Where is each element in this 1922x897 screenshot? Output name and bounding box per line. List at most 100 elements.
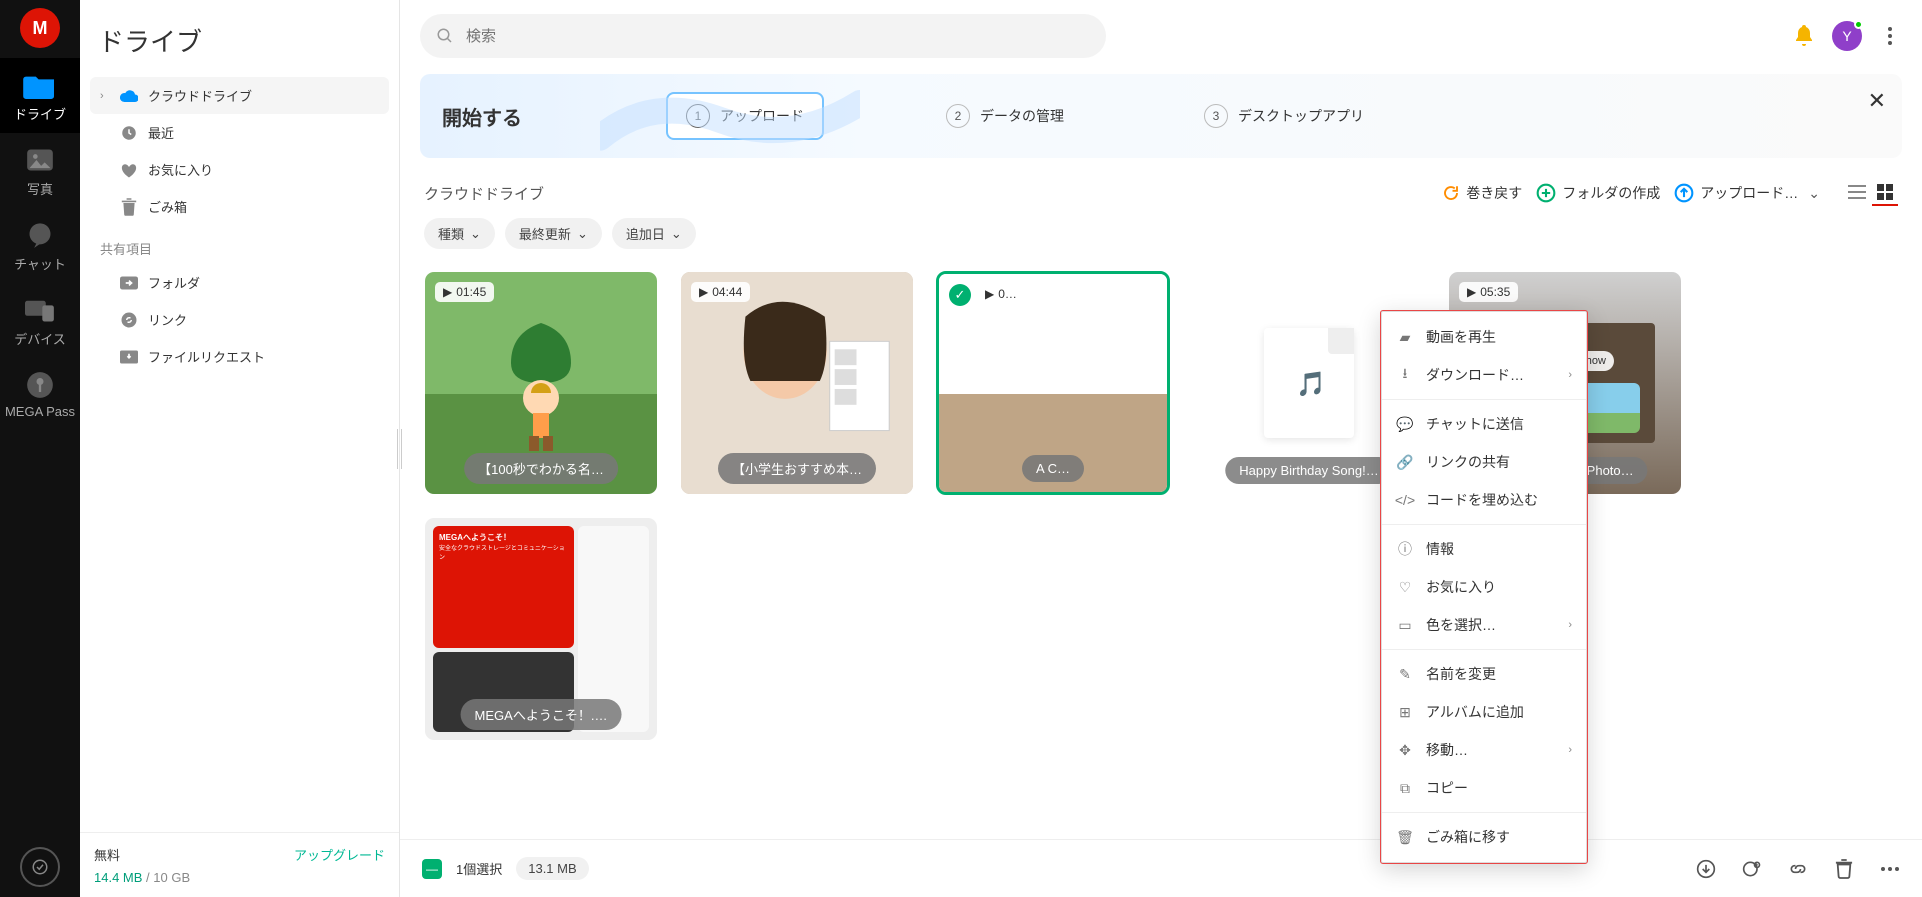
shared-file-request[interactable]: ファイルリクエスト <box>90 338 389 375</box>
shared-folder[interactable]: フォルダ <box>90 264 389 301</box>
rewind-icon <box>1442 184 1460 202</box>
step-upload[interactable]: 1 アップロード <box>666 92 824 140</box>
shared-link[interactable]: リンク <box>90 301 389 338</box>
filter-chips: 種類⌄ 最終更新⌄ 追加日⌄ <box>400 212 1922 263</box>
step-manage-data[interactable]: 2 データの管理 <box>928 94 1082 138</box>
menu-add-to-album[interactable]: ⊞アルバムに追加 <box>1382 693 1586 731</box>
file-card[interactable]: MEGAへようこそ！安全なクラウドストレージとコミュニケーション MEGAへよう… <box>424 517 658 741</box>
cloud-icon <box>120 87 138 105</box>
chip-added[interactable]: 追加日⌄ <box>612 218 696 249</box>
breadcrumb[interactable]: クラウドドライブ <box>424 183 1428 204</box>
tree-recent[interactable]: 最近 <box>90 114 389 151</box>
menu-download[interactable]: ⭳ダウンロード…› <box>1382 356 1586 394</box>
user-avatar[interactable]: Y <box>1832 21 1862 51</box>
rail-drive[interactable]: ドライブ <box>0 58 80 133</box>
chevron-down-icon: ⌄ <box>470 226 481 242</box>
selection-badge[interactable]: — <box>422 859 442 879</box>
menu-send-to-chat[interactable]: 💬チャットに送信 <box>1382 405 1586 443</box>
clock-icon <box>120 124 138 142</box>
tag-icon: ▭ <box>1396 616 1414 634</box>
menu-move[interactable]: ✥移動…› <box>1382 731 1586 769</box>
storage-total: 10 GB <box>153 870 190 885</box>
sb-download-button[interactable] <box>1696 859 1716 879</box>
menu-embed-code[interactable]: </>コードを埋め込む <box>1382 481 1586 519</box>
heart-icon: ♡ <box>1396 578 1414 596</box>
tree-favourites[interactable]: お気に入り <box>90 151 389 188</box>
duration-badge: ▶ 05:35 <box>1459 282 1518 302</box>
sb-link-button[interactable] <box>1788 859 1808 879</box>
more-horiz-icon <box>1881 867 1899 871</box>
presence-dot <box>1854 20 1863 29</box>
chat-icon <box>23 220 57 250</box>
download-icon <box>1696 859 1716 879</box>
rail-photos[interactable]: 写真 <box>0 133 80 208</box>
banner-close-button[interactable]: ✕ <box>1868 88 1886 114</box>
context-menu: ▰動画を再生 ⭳ダウンロード…› 💬チャットに送信 🔗リンクの共有 </>コード… <box>1381 311 1587 863</box>
badge-icon <box>31 858 49 876</box>
view-grid-button[interactable] <box>1872 180 1898 206</box>
menu-play-video[interactable]: ▰動画を再生 <box>1382 318 1586 356</box>
menu-move-to-trash[interactable]: 🗑ごみ箱に移す <box>1382 818 1586 856</box>
file-card[interactable]: ▶ 04:44 【小学生おすすめ本… <box>680 271 914 495</box>
check-icon: ✓ <box>949 284 971 306</box>
chevron-right-icon: › <box>1568 369 1572 381</box>
video-icon: ▰ <box>1396 328 1414 346</box>
menu-copy[interactable]: ⧉コピー <box>1382 769 1586 807</box>
inbox-icon <box>120 348 138 366</box>
shared-section-label: 共有項目 <box>90 225 389 264</box>
topbar: Y <box>400 0 1922 68</box>
rewind-button[interactable]: 巻き戻す <box>1442 183 1522 203</box>
sb-trash-button[interactable] <box>1834 859 1854 879</box>
duration-badge: ▶ 0… <box>977 284 1025 304</box>
code-icon: </> <box>1396 491 1414 509</box>
chat-icon: 💬 <box>1396 415 1414 433</box>
menu-select-colour[interactable]: ▭色を選択…› <box>1382 606 1586 644</box>
upload-button[interactable]: アップロード… ⌄ <box>1674 183 1820 203</box>
chevron-down-icon: ⌄ <box>577 226 588 242</box>
menu-info[interactable]: ⓘ情報 <box>1382 530 1586 568</box>
search-box[interactable] <box>420 14 1106 58</box>
menu-share-link[interactable]: 🔗リンクの共有 <box>1382 443 1586 481</box>
upload-icon <box>1674 183 1694 203</box>
chevron-right-icon: › <box>1568 744 1572 756</box>
folder-icon <box>23 70 57 100</box>
search-icon <box>436 27 454 45</box>
more-vert-icon <box>1888 27 1892 45</box>
file-card[interactable]: ✓ ▶ 0… A C… <box>936 271 1170 495</box>
file-card[interactable]: ▶ 01:45 【100秒でわかる名… <box>424 271 658 495</box>
move-icon: ✥ <box>1396 741 1414 759</box>
rail-achievements[interactable] <box>20 847 60 887</box>
rail-chat[interactable]: チャット <box>0 208 80 283</box>
folder-share-icon <box>120 274 138 292</box>
search-input[interactable] <box>466 28 1090 45</box>
tree-cloud-drive[interactable]: › クラウドドライブ <box>90 77 389 114</box>
upgrade-link[interactable]: アップグレード <box>294 845 385 864</box>
tree-trash[interactable]: ごみ箱 <box>90 188 389 225</box>
rail-megapass[interactable]: MEGA Pass <box>0 358 80 429</box>
duration-badge: ▶ 04:44 <box>691 282 750 302</box>
devices-icon <box>23 295 57 325</box>
sb-send-chat-button[interactable] <box>1742 859 1762 879</box>
new-folder-button[interactable]: フォルダの作成 <box>1536 183 1660 203</box>
step-desktop-app[interactable]: 3 デスクトップアプリ <box>1186 94 1382 138</box>
sb-more-button[interactable] <box>1880 859 1900 879</box>
banner-title: 開始する <box>442 102 522 131</box>
sidebar-title: ドライブ <box>80 0 399 77</box>
getting-started-banner: 開始する 1 アップロード 2 データの管理 3 デスクトップアプリ ✕ <box>420 74 1902 158</box>
toolbar: クラウドドライブ 巻き戻す フォルダの作成 アップロード… ⌄ <box>400 170 1922 212</box>
menu-rename[interactable]: ✎名前を変更 <box>1382 655 1586 693</box>
rail-devices[interactable]: デバイス <box>0 283 80 358</box>
mega-logo[interactable]: M <box>20 8 60 48</box>
pencil-icon: ✎ <box>1396 665 1414 683</box>
view-list-button[interactable] <box>1844 180 1870 206</box>
notifications-button[interactable] <box>1792 24 1816 48</box>
image-icon <box>23 145 57 175</box>
chip-type[interactable]: 種類⌄ <box>424 218 495 249</box>
plan-label: 無料 <box>94 845 120 864</box>
more-menu-button[interactable] <box>1878 24 1902 48</box>
trash-icon: 🗑 <box>1396 828 1414 846</box>
chevron-right-icon: › <box>1568 619 1572 631</box>
info-icon: ⓘ <box>1396 540 1414 558</box>
chip-modified[interactable]: 最終更新⌄ <box>505 218 602 249</box>
menu-favourite[interactable]: ♡お気に入り <box>1382 568 1586 606</box>
